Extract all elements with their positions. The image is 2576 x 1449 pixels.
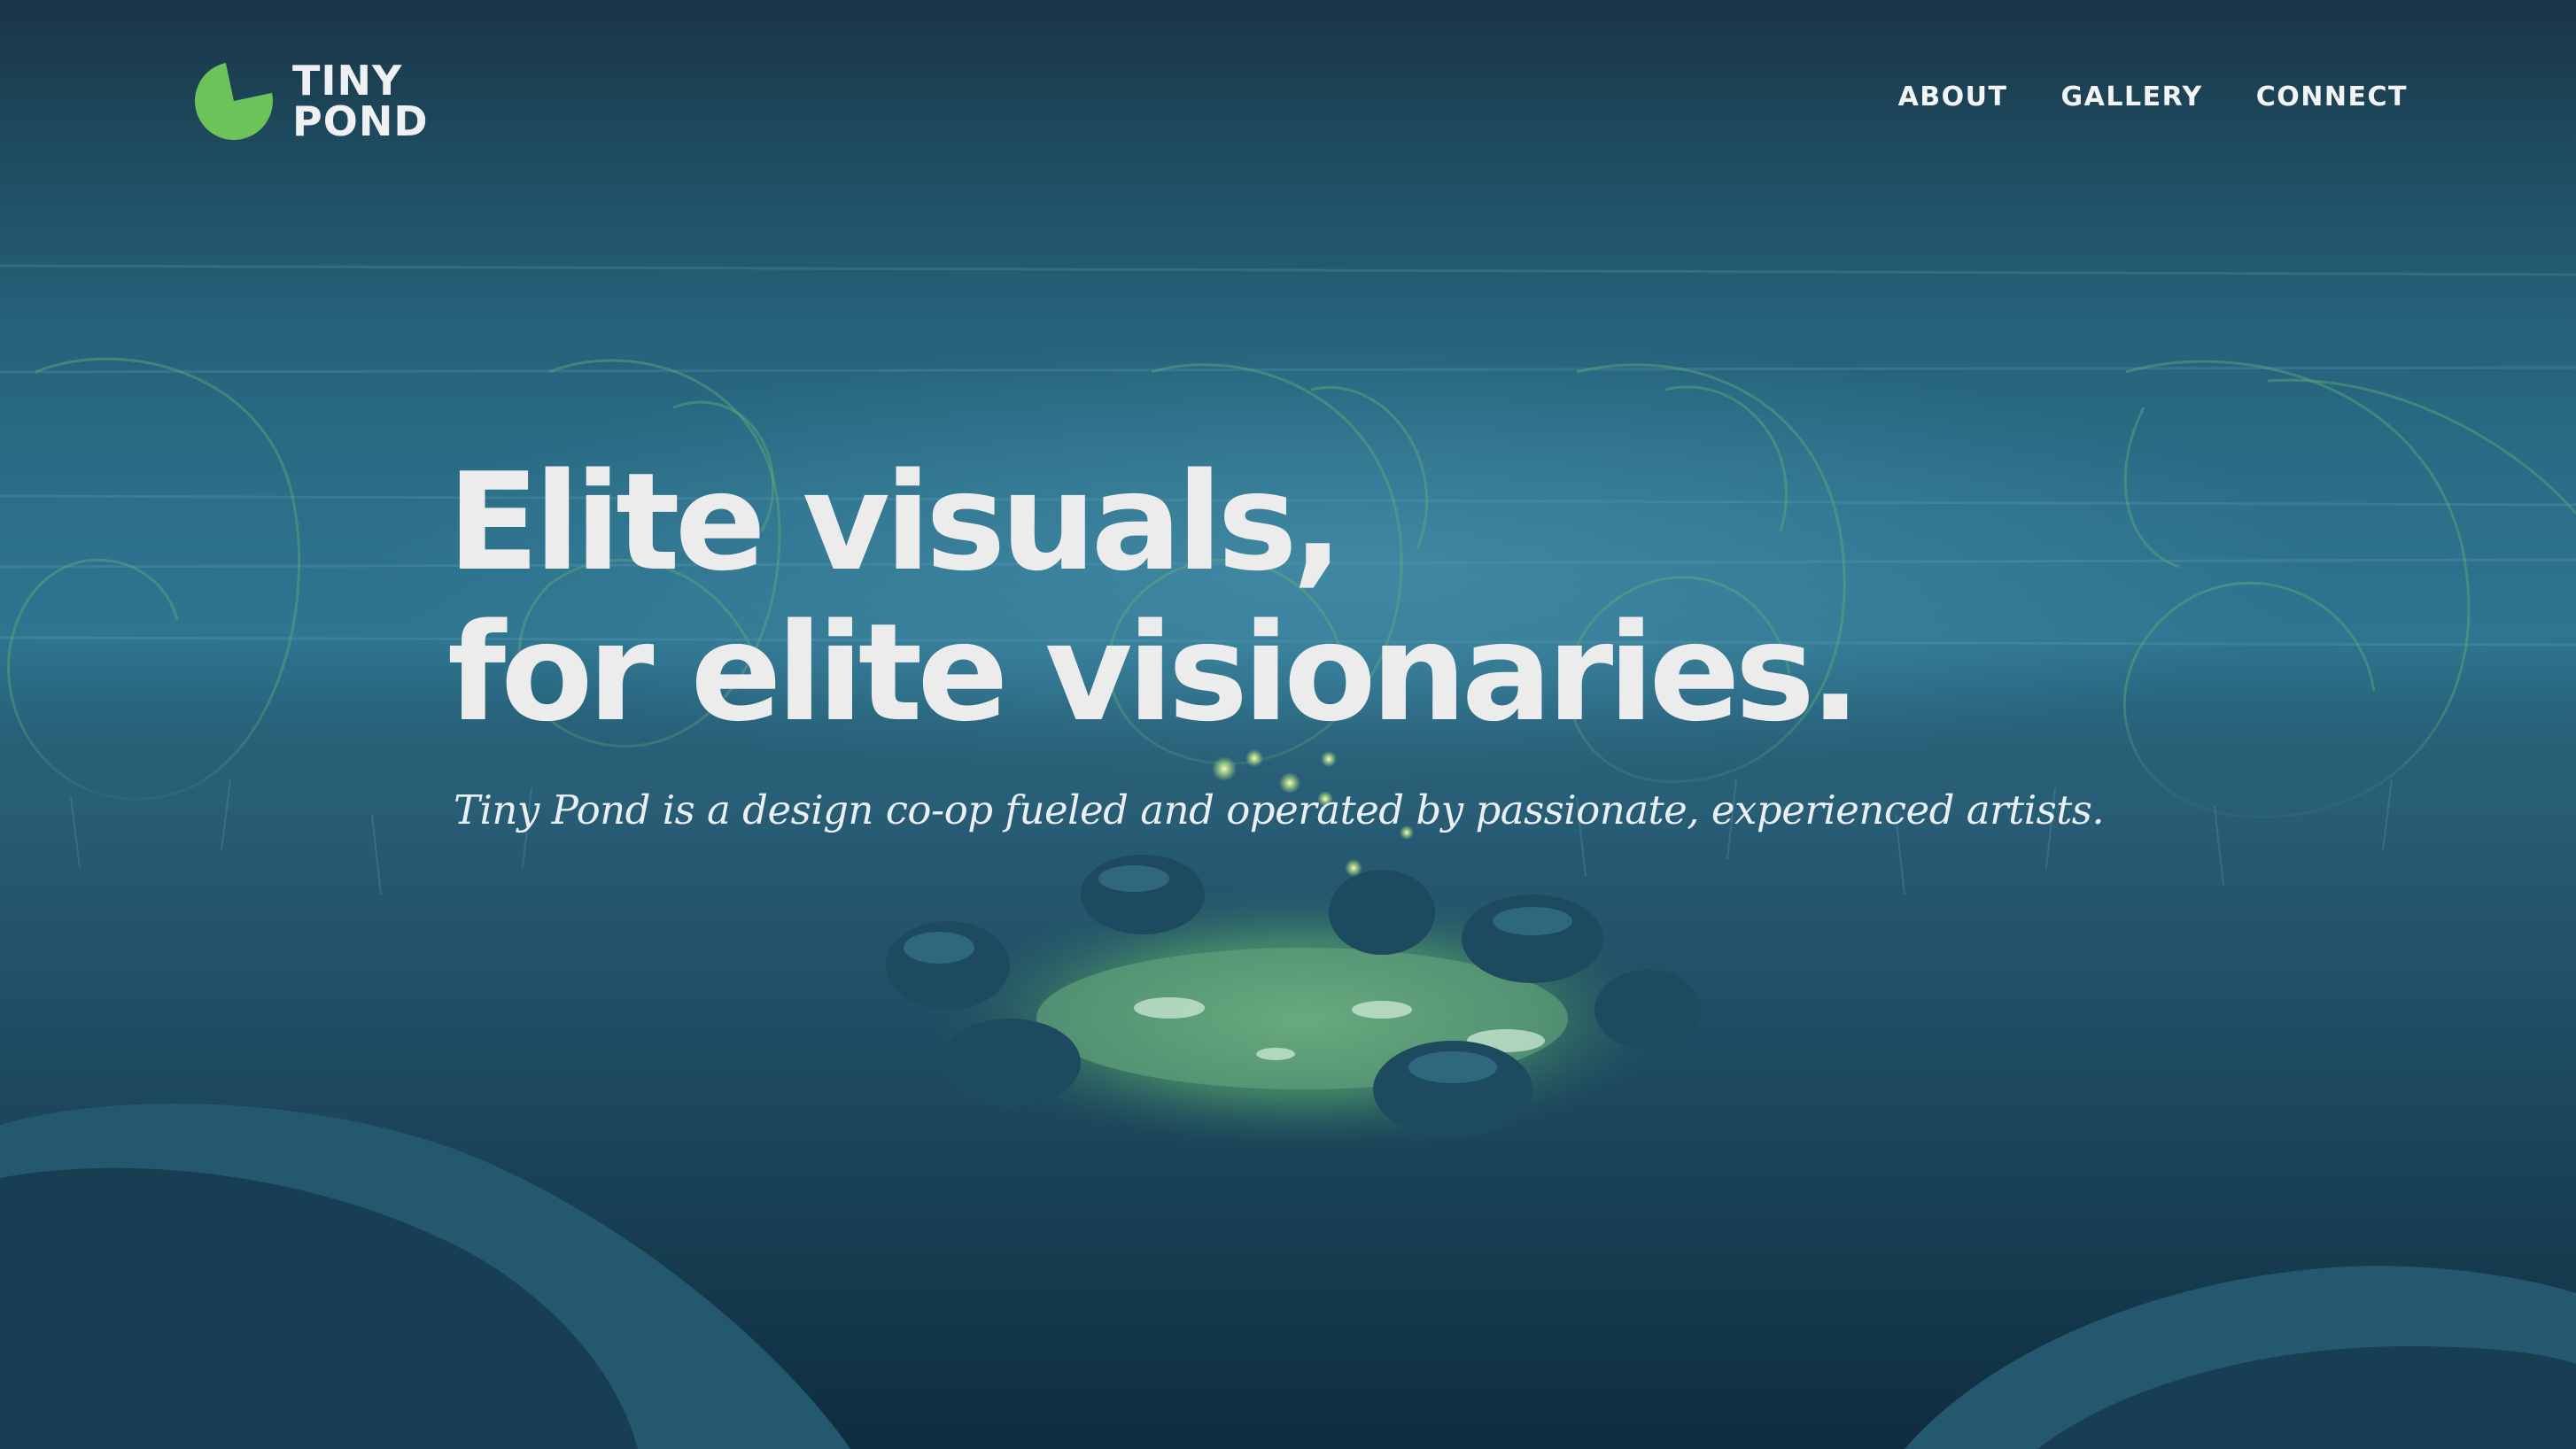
nav-link-connect[interactable]: CONNECT — [2256, 81, 2408, 112]
hero-headline-line2: for elite visionaries. — [447, 594, 1861, 751]
brand-name-line1: TINY — [292, 57, 403, 105]
hero-headline: Elite visuals, for elite visionaries. — [447, 444, 1861, 751]
hero-subheadline: Tiny Pond is a design co-op fueled and o… — [454, 786, 2105, 833]
main-nav: ABOUT GALLERY CONNECT — [1898, 81, 2408, 112]
brand-name-line2: POND — [292, 97, 429, 145]
lily-pad-icon — [195, 62, 273, 140]
nav-link-about[interactable]: ABOUT — [1898, 81, 2008, 112]
nav-link-gallery[interactable]: GALLERY — [2061, 81, 2203, 112]
hero-headline-line1: Elite visuals, — [447, 444, 1343, 601]
brand-logo-link[interactable]: TINY POND — [191, 55, 429, 147]
landing-page: TINY POND ABOUT GALLERY CONNECT Elite vi… — [0, 0, 2576, 1449]
brand-wordmark: TINY POND — [292, 60, 429, 142]
